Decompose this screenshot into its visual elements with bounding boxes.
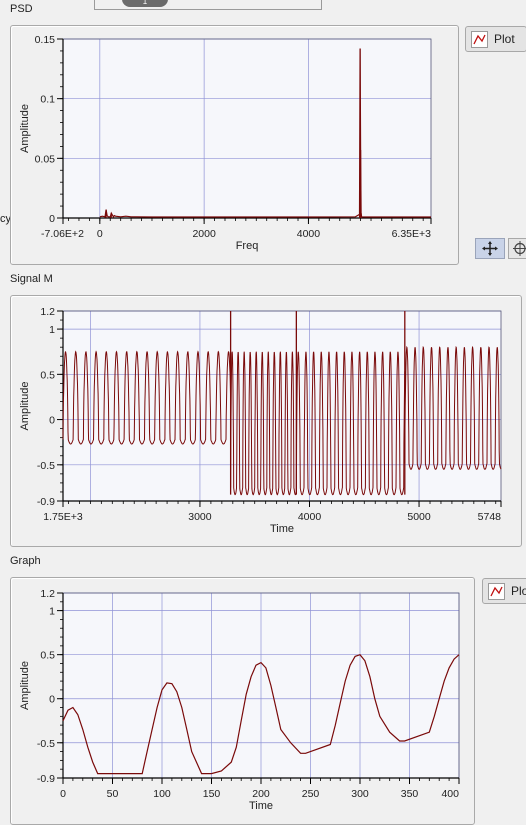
- graph-y-tick-label: 1: [49, 606, 55, 618]
- graph-y-tick-label: 1.2: [40, 588, 55, 600]
- signal-chart-panel: 1.75E+3 3000 4000 5000 5748 1.2 1 0.5 0 -0.5 -0.9 T…: [10, 295, 522, 547]
- graph-legend-label: Plot: [511, 584, 526, 598]
- graph-x-tick-label: 0: [60, 788, 66, 800]
- psd-y-tick-label: 0: [49, 213, 55, 225]
- psd-x-tick-label: 2000: [192, 228, 216, 240]
- graph-chart: 0 50 100 150 200 250 300 350 400 1.2 1 0.5 0 -0.5 -0.9…: [19, 588, 460, 812]
- signal-x-tick-label: 4000: [298, 511, 322, 523]
- psd-y-tick-label: 0.15: [35, 34, 56, 46]
- signal-y-tick-label: 0.5: [40, 369, 55, 381]
- graph-x-tick-label: 250: [302, 788, 320, 800]
- psd-plot-area: [63, 39, 431, 218]
- signal-x-tick-label: 5748: [478, 511, 502, 523]
- signal-y-tick-label: 1: [49, 324, 55, 336]
- pan-tool-button[interactable]: [508, 238, 526, 259]
- pan-icon: [513, 241, 526, 256]
- psd-plot-legend[interactable]: Plot: [465, 26, 526, 52]
- graph-plot-legend[interactable]: Plot: [482, 578, 526, 604]
- cursor-tool-button[interactable]: [475, 238, 505, 259]
- psd-x-tick-label: 6.35E+3: [392, 228, 432, 240]
- graph-y-tick-label: 0: [49, 694, 55, 706]
- graph-x-tick-label: 300: [351, 788, 369, 800]
- signal-caption: Signal M: [10, 273, 53, 285]
- psd-y-tick-label: 0.1: [40, 94, 55, 106]
- signal-y-tick-label: -0.9: [37, 496, 55, 508]
- crosshair-icon: [482, 241, 498, 256]
- graph-chart-panel: 0 50 100 150 200 250 300 350 400 1.2 1 0.5 0 -0.5 -0.9…: [10, 577, 475, 825]
- psd-chart: -7.06E+2 0 2000 4000 6.35E+3 0.15 0.1 0.05 0 Freq…: [19, 34, 432, 252]
- signal-x-axis-label: Time: [270, 523, 294, 535]
- line-plot-icon: [471, 31, 488, 48]
- psd-x-axis-label: Freq: [236, 240, 259, 252]
- graph-x-tick-label: 400: [441, 788, 459, 800]
- signal-y-axis-label: Amplitude: [19, 382, 31, 431]
- psd-caption: PSD: [10, 3, 33, 15]
- tab-page-number: 1: [142, 0, 148, 6]
- signal-y-tick-label: 0: [49, 415, 55, 427]
- psd-y-tick-label: 0.05: [35, 153, 56, 165]
- psd-x-tick-label: 4000: [297, 228, 321, 240]
- graph-x-tick-label: 350: [401, 788, 419, 800]
- psd-legend-label: Plot: [494, 32, 515, 46]
- graph-x-tick-label: 150: [203, 788, 221, 800]
- signal-y-tick-label: -0.5: [37, 460, 55, 472]
- psd-y-axis-label: Amplitude: [19, 104, 31, 153]
- signal-x-tick-label: 1.75E+3: [43, 511, 83, 523]
- graph-x-tick-label: 200: [252, 788, 270, 800]
- graph-y-axis-label: Amplitude: [19, 661, 31, 710]
- tab-page-indicator[interactable]: 1: [122, 0, 168, 7]
- graph-y-tick-label: -0.9: [37, 773, 55, 785]
- signal-x-tick-label: 5000: [407, 511, 431, 523]
- signal-y-tick-label: 1.2: [40, 306, 55, 318]
- signal-x-tick-label: 3000: [188, 511, 212, 523]
- psd-x-tick-label: -7.06E+2: [41, 228, 84, 240]
- graph-x-axis-label: Time: [249, 800, 273, 812]
- graph-x-tick-label: 50: [107, 788, 119, 800]
- graph-x-tick-label: 100: [153, 788, 171, 800]
- psd-x-tick-label: 0: [97, 228, 103, 240]
- psd-chart-panel: -7.06E+2 0 2000 4000 6.35E+3 0.15 0.1 0.05 0 Freq…: [10, 25, 459, 265]
- signal-chart: 1.75E+3 3000 4000 5000 5748 1.2 1 0.5 0 -0.5 -0.9 T…: [19, 306, 502, 535]
- line-plot-icon: [488, 583, 505, 600]
- graph-y-tick-label: -0.5: [37, 738, 55, 750]
- graph-caption: Graph: [10, 555, 41, 567]
- graph-y-tick-label: 0.5: [40, 650, 55, 662]
